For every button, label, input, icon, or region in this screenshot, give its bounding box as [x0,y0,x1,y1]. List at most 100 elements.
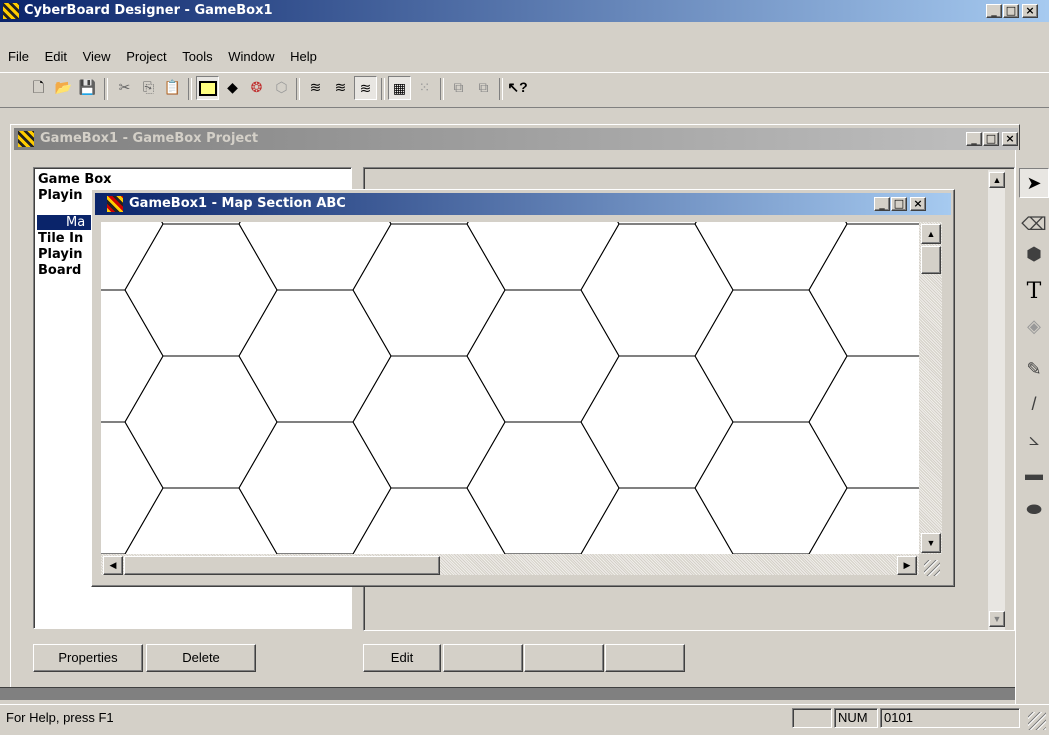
blank-button-3[interactable] [605,644,685,672]
project-close-button[interactable]: × [1002,132,1018,146]
hex-cell[interactable] [238,289,392,423]
menu-tools[interactable]: Tools [176,47,218,67]
hex-cell[interactable] [466,421,620,554]
tile-back-icon[interactable]: ⧉ [447,76,470,100]
hex-cell[interactable] [101,222,164,291]
polyline-icon[interactable]: ⦣ [1020,425,1048,453]
preview-scroll-down[interactable]: ▼ [989,611,1005,627]
toolbar-separator [296,78,300,100]
hex-cell[interactable] [808,487,919,554]
layer3-icon[interactable]: ≋ [354,76,377,100]
tree-item-board[interactable]: Board [38,263,81,278]
hex-cell[interactable] [808,223,919,357]
map-resize-grip-icon[interactable] [924,560,940,576]
menu-window[interactable]: Window [222,47,280,67]
app-titlebar[interactable]: CyberBoard Designer - GameBox1 _ □ × [0,0,1049,22]
open-icon[interactable]: 📂 [52,76,75,100]
properties-button[interactable]: Properties [33,644,143,672]
hex-cell[interactable] [694,421,848,554]
map-scroll-left[interactable]: ◀ [103,556,123,575]
hex-cell[interactable] [694,222,848,291]
map-window-titlebar[interactable]: GameBox1 - Map Section ABC _ □ × [95,193,951,215]
hex-cell[interactable] [124,355,278,489]
status-coord: 0101 [880,708,1020,728]
map-vscroll-thumb[interactable] [921,246,941,274]
menu-project[interactable]: Project [120,47,172,67]
hex-cell[interactable] [124,223,278,357]
menu-view[interactable]: View [77,47,117,67]
close-button[interactable]: × [1022,4,1038,18]
save-icon[interactable]: 💾 [76,76,99,100]
grid-icon[interactable]: ▦ [388,76,411,100]
map-minimize-button[interactable]: _ [874,197,890,211]
project-window-titlebar[interactable]: GameBox1 - GameBox Project _ □ × [14,128,1018,150]
delete-button[interactable]: Delete [146,644,256,672]
map-scroll-up[interactable]: ▲ [921,224,941,244]
hex-cell[interactable] [352,487,506,554]
preview-scrollbar[interactable] [988,170,1005,630]
menu-edit[interactable]: Edit [39,47,73,67]
tiny-hex-icon[interactable]: ⬡ [270,76,293,100]
hex-cell[interactable] [101,421,164,554]
context-help-icon[interactable]: ↖? [506,76,529,100]
project-maximize-button[interactable]: □ [983,132,999,146]
maximize-button[interactable]: □ [1003,4,1019,18]
new-icon[interactable]: 🗋 [27,76,50,100]
text-tool-icon[interactable]: T [1020,278,1048,306]
hex-cell[interactable] [580,487,734,554]
map-close-button[interactable]: × [910,197,926,211]
map-hscroll-thumb[interactable] [124,556,440,575]
layer2-icon[interactable]: ≋ [329,76,352,100]
select-arrow-icon[interactable]: ➤ [1019,168,1049,198]
hex-cell[interactable] [238,421,392,554]
hex-cell[interactable] [580,223,734,357]
hex-cell[interactable] [466,222,620,291]
tile-front-icon[interactable]: ⧉ [472,76,495,100]
hex-cell[interactable] [466,289,620,423]
map-canvas[interactable] [101,222,919,554]
board-icon[interactable] [196,76,219,100]
hex-cell[interactable] [580,355,734,489]
project-minimize-button[interactable]: _ [966,132,982,146]
status-pane-blank [792,708,832,728]
preview-scroll-up[interactable]: ▲ [989,172,1005,188]
hex-cell[interactable] [694,289,848,423]
copy-icon[interactable]: ⎘ [137,76,160,100]
tree-item-gamebox[interactable]: Game Box [38,172,112,187]
line-tool-icon[interactable]: / [1020,390,1048,418]
toolbar-separator [188,78,192,100]
minimize-button[interactable]: _ [986,4,1002,18]
workspace-scroll-strip [0,687,1016,700]
hexagon-fill-icon[interactable]: ⬢ [1020,240,1048,268]
menu-file[interactable]: File [0,47,35,67]
map-maximize-button[interactable]: □ [891,197,907,211]
color-picker-icon[interactable]: ✎ [1020,355,1048,383]
statusbar-resize-grip-icon[interactable] [1028,712,1046,730]
menu-help[interactable]: Help [284,47,323,67]
palette-icon[interactable]: ❂ [245,76,268,100]
cut-icon[interactable]: ✂ [113,76,136,100]
hex-cell[interactable] [124,487,278,554]
hex-grid[interactable] [101,222,919,554]
hex-cell[interactable] [352,355,506,489]
tree-item-playing-pieces[interactable]: Playin [38,247,83,262]
map-scroll-right[interactable]: ▶ [897,556,917,575]
hex-cell[interactable] [101,289,164,423]
tree-item-playing-boards[interactable]: Playin [38,188,83,203]
hex-cell[interactable] [238,222,392,291]
tree-item-tile-images[interactable]: Tile In [38,231,83,246]
map-scroll-down[interactable]: ▼ [921,533,941,553]
edit-button[interactable]: Edit [363,644,441,672]
blank-button-1[interactable] [443,644,523,672]
hex-cell[interactable] [808,355,919,489]
hex-cell[interactable] [352,223,506,357]
ellipse-icon[interactable]: ⬬ [1020,495,1048,523]
dots-icon[interactable]: ⁙ [413,76,436,100]
blank-button-2[interactable] [524,644,604,672]
eraser-icon[interactable]: ⌫ [1020,210,1048,238]
layer1-icon[interactable]: ≋ [304,76,327,100]
tile-icon[interactable]: ◆ [221,76,244,100]
rectangle-icon[interactable]: ▬ [1020,460,1048,488]
paste-icon[interactable]: 📋 [161,76,184,100]
fill-bucket-icon[interactable]: ◈ [1020,312,1048,340]
